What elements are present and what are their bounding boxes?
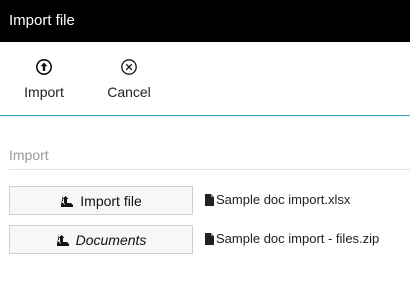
dialog-titlebar: Import file: [0, 0, 410, 42]
documents-button-label: Documents: [75, 231, 147, 248]
document-icon: [205, 193, 214, 206]
sample-file-link[interactable]: Sample doc import.xlsx: [205, 192, 350, 207]
file-row: Documents Sample doc import - files.zip: [9, 225, 409, 255]
import-file-button-label: Import file: [80, 192, 142, 209]
file-row: Import file Sample doc import.xlsx: [9, 186, 409, 216]
sample-zip-link[interactable]: Sample doc import - files.zip: [205, 231, 379, 246]
cancel-button[interactable]: Cancel: [106, 58, 152, 100]
import-button[interactable]: Import: [24, 58, 64, 100]
upload-icon: [56, 233, 69, 246]
document-icon: [205, 232, 214, 245]
import-file-button[interactable]: Import file: [9, 186, 193, 215]
cancel-button-label: Cancel: [107, 84, 151, 100]
toolbar: Import Cancel: [0, 42, 410, 116]
section-divider: [9, 169, 410, 170]
section-title: Import: [9, 147, 49, 163]
import-button-label: Import: [24, 84, 64, 100]
dialog-title: Import file: [9, 12, 75, 29]
documents-button[interactable]: Documents: [9, 225, 193, 254]
sample-zip-link-label: Sample doc import - files.zip: [216, 231, 380, 246]
sample-file-link-label: Sample doc import.xlsx: [216, 192, 351, 207]
upload-icon: [61, 194, 74, 207]
close-circle-icon: [121, 59, 137, 75]
arrow-up-circle-icon: [36, 59, 52, 75]
